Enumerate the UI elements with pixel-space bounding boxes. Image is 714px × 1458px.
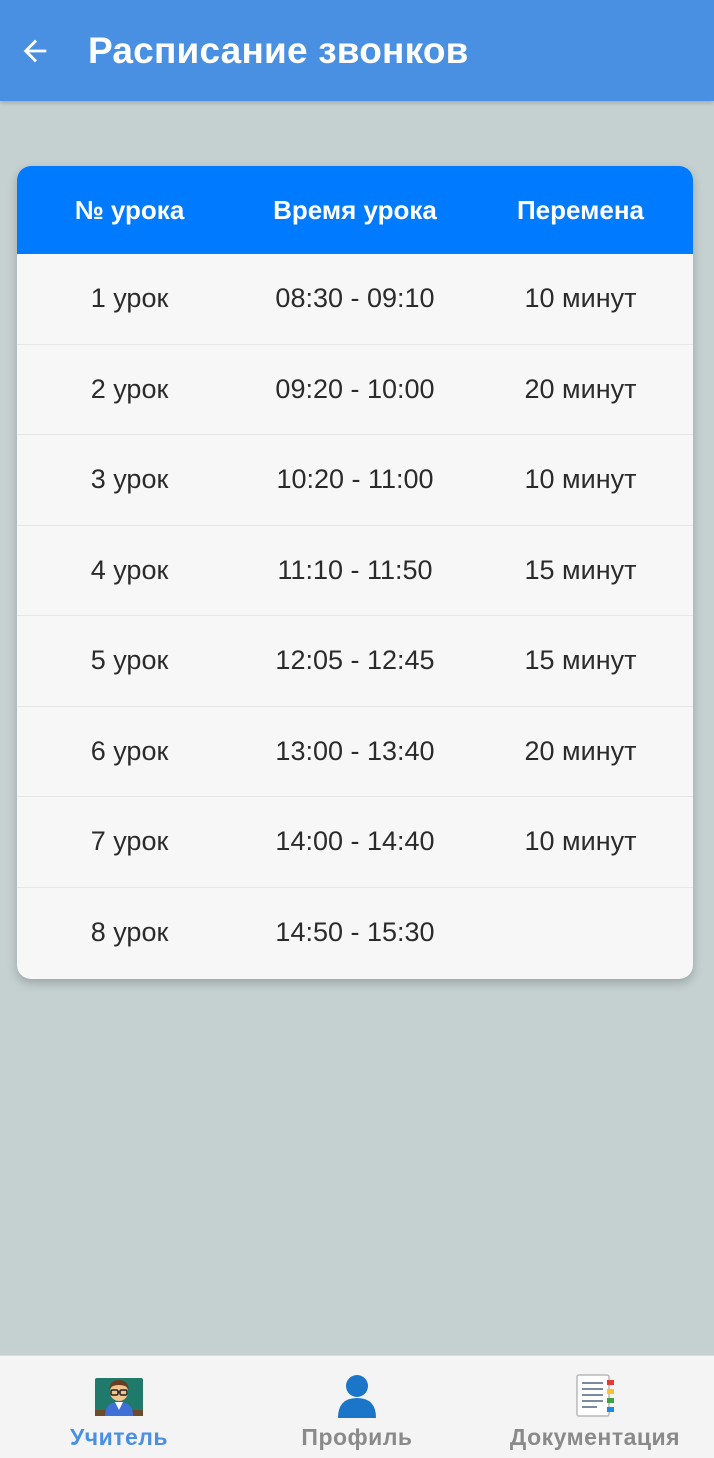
nav-item-teacher[interactable]: Учитель (0, 1356, 238, 1458)
table-row: 7 урок 14:00 - 14:40 10 минут (17, 797, 693, 888)
lesson-number: 6 урок (90, 735, 169, 766)
lesson-time: 11:10 - 11:50 (277, 554, 433, 585)
table-row: 6 урок 13:00 - 13:40 20 минут (17, 707, 693, 797)
header-lesson-time: Время урока (273, 194, 437, 225)
lesson-time: 09:20 - 10:00 (275, 373, 435, 404)
table-row: 4 урок 11:10 - 11:50 15 минут (17, 526, 693, 616)
nav-item-documentation[interactable]: Документация (476, 1356, 714, 1458)
lesson-number: 7 урок (90, 826, 169, 857)
lesson-time: 14:50 - 15:30 (275, 917, 435, 948)
nav-label-teacher: Учитель (69, 1424, 169, 1450)
lesson-number: 1 урок (90, 283, 169, 314)
table-header: № урока Время урока Перемена (17, 166, 693, 254)
nav-label-documentation: Документация (509, 1424, 681, 1450)
page-title: Расписание звонков (88, 29, 469, 71)
table-row: 5 урок 12:05 - 12:45 15 минут (17, 616, 693, 707)
break-duration: 10 минут (524, 464, 637, 495)
lesson-number: 4 урок (90, 554, 169, 585)
document-icon (569, 1372, 621, 1418)
schedule-table: № урока Время урока Перемена 1 урок 08:3… (17, 166, 693, 979)
lesson-number: 5 урок (90, 645, 169, 676)
lesson-time: 14:00 - 14:40 (275, 826, 435, 857)
table-row: 1 урок 08:30 - 09:10 10 минут (17, 254, 693, 345)
lesson-time: 10:20 - 11:00 (276, 464, 434, 495)
table-row: 2 урок 09:20 - 10:00 20 минут (17, 345, 693, 435)
lesson-number: 3 урок (90, 464, 169, 495)
lesson-number: 8 урок (90, 917, 169, 948)
break-duration: 20 минут (524, 735, 637, 766)
break-duration: 10 минут (524, 826, 637, 857)
profile-icon (331, 1372, 383, 1418)
break-duration: 15 минут (524, 645, 637, 676)
break-duration: 10 минут (524, 283, 637, 314)
table-row: 8 урок 14:50 - 15:30 (17, 888, 693, 979)
teacher-icon (93, 1372, 145, 1418)
header-break: Перемена (516, 194, 644, 225)
nav-item-profile[interactable]: Профиль (238, 1356, 476, 1458)
lesson-number: 2 урок (90, 373, 169, 404)
back-button[interactable] (0, 0, 70, 101)
break-duration: 20 минут (524, 373, 637, 404)
header-lesson-number: № урока (74, 194, 185, 225)
table-row: 3 урок 10:20 - 11:00 10 минут (17, 435, 693, 526)
break-duration: 15 минут (524, 554, 637, 585)
lesson-time: 13:00 - 13:40 (275, 735, 435, 766)
lesson-time: 08:30 - 09:10 (275, 283, 435, 314)
bottom-navigation: Учитель Профиль Документация (0, 1355, 714, 1458)
lesson-time: 12:05 - 12:45 (275, 645, 435, 676)
app-bar: Расписание звонков (0, 0, 714, 101)
arrow-left-icon (23, 39, 47, 62)
nav-label-profile: Профиль (301, 1424, 413, 1450)
